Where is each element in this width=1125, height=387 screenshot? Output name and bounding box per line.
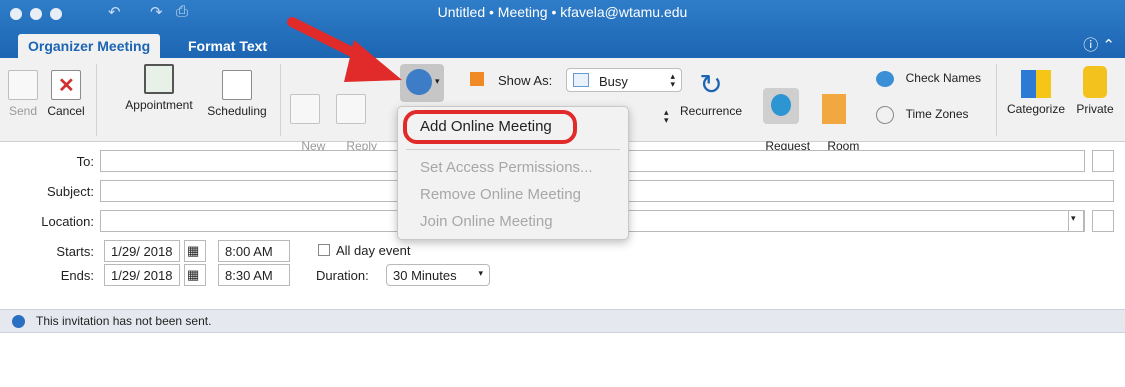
recurrence-button[interactable]: ↻ Recurrence bbox=[676, 69, 746, 119]
send-icon bbox=[8, 70, 38, 100]
to-label: To: bbox=[76, 154, 94, 169]
room-finder-icon bbox=[822, 94, 846, 124]
lock-icon bbox=[1083, 66, 1107, 98]
menu-divider bbox=[406, 149, 620, 150]
show-as-icon bbox=[470, 72, 484, 86]
reply-all-icon bbox=[336, 94, 366, 124]
check-names-button[interactable]: Check Names bbox=[876, 70, 981, 87]
categorize-icon bbox=[1021, 70, 1051, 98]
starts-label: Starts: bbox=[56, 244, 94, 259]
start-date-input[interactable]: 1/29/ 2018 bbox=[104, 240, 180, 262]
recurrence-icon: ↻ bbox=[699, 69, 723, 100]
show-as-select[interactable]: Busy ▴ ▾ bbox=[566, 68, 682, 92]
private-button[interactable]: Private bbox=[1072, 66, 1118, 116]
tab-format-text[interactable]: Format Text bbox=[178, 34, 277, 58]
tab-organizer-meeting[interactable]: Organizer Meeting bbox=[18, 34, 161, 58]
end-date-input[interactable]: 1/29/ 2018 bbox=[104, 264, 180, 286]
annotation-arrow bbox=[287, 17, 402, 82]
chevron-down-icon: ▾ bbox=[478, 268, 483, 278]
appointment-icon bbox=[144, 64, 174, 94]
time-zones-icon bbox=[876, 106, 894, 124]
cancel-icon: ✕ bbox=[51, 70, 81, 100]
remove-online-meeting-item[interactable]: Remove Online Meeting bbox=[420, 186, 581, 203]
reminder-stepper-icon[interactable]: ▴ ▾ bbox=[664, 108, 669, 125]
title-bar: ↶ ↷ ⎙ Untitled • Meeting • kfavela@wtamu… bbox=[0, 0, 1125, 58]
ends-label: Ends: bbox=[60, 268, 94, 283]
duration-select[interactable]: 30 Minutes ▾ bbox=[386, 264, 490, 286]
all-day-label: All day event bbox=[336, 243, 411, 258]
ends-row: Ends: 1/29/ 2018 ▦ 8:30 AM Duration: 30 … bbox=[0, 264, 1125, 288]
busy-swatch-icon bbox=[573, 73, 589, 87]
scheduling-button[interactable]: Scheduling bbox=[202, 70, 272, 118]
subject-label: Subject: bbox=[47, 184, 94, 199]
scheduling-icon bbox=[222, 70, 252, 100]
start-time-input[interactable]: 8:00 AM bbox=[218, 240, 290, 262]
appointment-button[interactable]: Appointment bbox=[118, 64, 200, 112]
check-names-icon bbox=[876, 70, 894, 87]
show-as-label: Show As: bbox=[498, 73, 553, 88]
starts-row: Starts: 1/29/ 2018 ▦ 8:00 AM All day eve… bbox=[0, 240, 1125, 264]
duration-label: Duration: bbox=[316, 268, 369, 283]
help-icon[interactable]: ⓘ ⌃ bbox=[1083, 34, 1115, 55]
location-label: Location: bbox=[41, 214, 94, 229]
calendar-icon[interactable]: ▦ bbox=[184, 264, 206, 286]
room-book-icon[interactable] bbox=[1092, 210, 1114, 232]
cancel-button[interactable]: ✕ Cancel bbox=[44, 70, 88, 118]
stepper-icon: ▴ ▾ bbox=[670, 71, 675, 89]
new-email-icon bbox=[290, 94, 320, 124]
window-title: Untitled • Meeting • kfavela@wtamu.edu bbox=[437, 4, 688, 20]
calendar-icon[interactable]: ▦ bbox=[184, 240, 206, 262]
request-responses-icon bbox=[763, 88, 799, 124]
end-time-input[interactable]: 8:30 AM bbox=[218, 264, 290, 286]
send-button[interactable]: Send bbox=[6, 70, 40, 118]
time-zones-button[interactable]: Time Zones bbox=[876, 106, 969, 124]
join-online-meeting-item[interactable]: Join Online Meeting bbox=[420, 213, 553, 230]
info-bar: This invitation has not been sent. bbox=[0, 309, 1125, 333]
all-day-checkbox[interactable] bbox=[318, 244, 330, 256]
chevron-down-icon: ▾ bbox=[435, 76, 440, 86]
highlight-ring bbox=[403, 110, 577, 144]
set-access-permissions-item[interactable]: Set Access Permissions... bbox=[420, 159, 593, 176]
address-book-icon[interactable] bbox=[1092, 150, 1114, 172]
categorize-button[interactable]: Categorize bbox=[1004, 70, 1068, 116]
location-dropdown-icon[interactable]: ▾ bbox=[1068, 210, 1084, 232]
info-text: This invitation has not been sent. bbox=[36, 314, 212, 328]
info-icon bbox=[12, 315, 25, 328]
